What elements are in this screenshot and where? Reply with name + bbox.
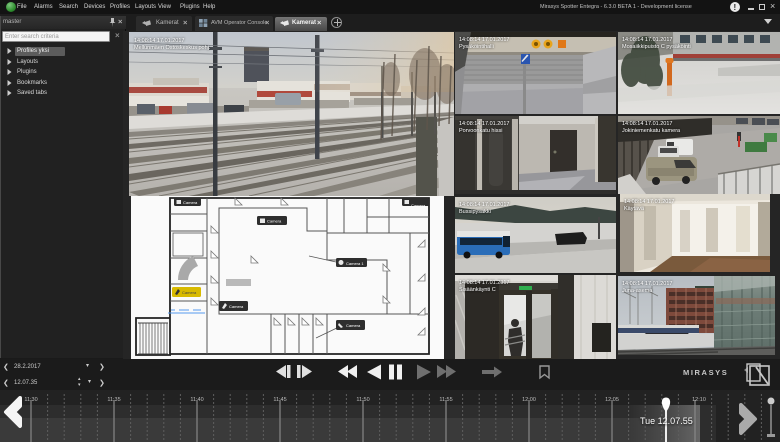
svg-text:Camera: Camera — [229, 304, 244, 309]
svg-text:Juna-asema: Juna-asema — [622, 288, 653, 294]
svg-text:Bussipysäkki: Bussipysäkki — [459, 209, 491, 215]
svg-text:12:05: 12:05 — [605, 397, 619, 403]
svg-text:14:08:14 17.01.2017: 14:08:14 17.01.2017 — [622, 121, 672, 127]
svg-text:Camera: Camera — [267, 219, 282, 224]
svg-text:Pysäköintihalli: Pysäköintihalli — [459, 44, 494, 50]
svg-text:Camera: Camera — [183, 200, 198, 205]
svg-text:Camera: Camera — [182, 290, 197, 295]
svg-text:11:30: 11:30 — [24, 397, 37, 403]
svg-text:Mellunmäen Ostoskeskus pohj.: Mellunmäen Ostoskeskus pohj. — [134, 45, 211, 51]
svg-text:12:00: 12:00 — [522, 397, 536, 403]
svg-text:Käytävä: Käytävä — [624, 206, 645, 212]
svg-text:14:08:14 17.01.2017: 14:08:14 17.01.2017 — [459, 121, 509, 127]
svg-text:14:08:14 17.01.2017: 14:08:14 17.01.2017 — [622, 37, 672, 43]
svg-text:12:10: 12:10 — [692, 397, 706, 403]
svg-text:11:35: 11:35 — [107, 397, 120, 403]
svg-text:11:50: 11:50 — [356, 397, 369, 403]
svg-text:Camera: Camera — [346, 323, 361, 328]
svg-text:14:08:14 17.01.2017: 14:08:14 17.01.2017 — [624, 199, 674, 205]
svg-text:14:08:14 17.01.2017: 14:08:14 17.01.2017 — [459, 202, 509, 208]
svg-text:11:45: 11:45 — [273, 397, 286, 403]
svg-text:11:55: 11:55 — [439, 397, 452, 403]
svg-text:14:08:14 17.01.2017: 14:08:14 17.01.2017 — [459, 37, 509, 43]
svg-text:14:08:14 17.01.2017: 14:08:14 17.01.2017 — [459, 280, 509, 286]
svg-text:Porvoonkatu hissi: Porvoonkatu hissi — [459, 128, 502, 134]
svg-text:Jokiniemenkatu kamera: Jokiniemenkatu kamera — [622, 128, 681, 134]
svg-text:14:08:14 17.01.2017: 14:08:14 17.01.2017 — [622, 281, 672, 287]
svg-text:Camera 1: Camera 1 — [346, 261, 364, 266]
svg-text:Sisäänkäynti C: Sisäänkäynti C — [459, 287, 496, 293]
svg-text:Tue 12.07.55: Tue 12.07.55 — [640, 416, 693, 426]
svg-text:14:08:14 17.01.2017: 14:08:14 17.01.2017 — [134, 38, 184, 44]
svg-text:Mosaiikkipuisto C pysäköinti: Mosaiikkipuisto C pysäköinti — [622, 44, 691, 50]
svg-text:Camera: Camera — [411, 203, 426, 208]
svg-text:11:40: 11:40 — [190, 397, 203, 403]
